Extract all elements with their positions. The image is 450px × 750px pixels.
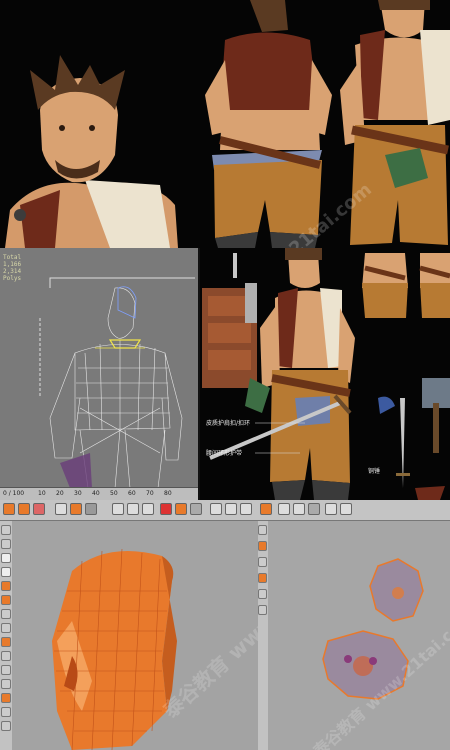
side-tool-icon[interactable] [258, 589, 267, 599]
side-tool-icon[interactable] [258, 605, 267, 615]
belt-prop [415, 486, 445, 500]
unfold-tool-icon[interactable] [142, 503, 154, 515]
callout-belt: 腰间环形护带 [206, 450, 243, 457]
side-tool-icon[interactable] [1, 665, 11, 675]
divider-tool-column [258, 521, 268, 750]
side-tool-icon[interactable] [1, 539, 11, 549]
timeline-tick: 40 [92, 490, 100, 497]
wireframe-model [39, 277, 195, 488]
timeline-tick: 50 [110, 490, 118, 497]
callout-hammer: 铜锤 [368, 468, 381, 475]
render-tool-icon[interactable] [278, 503, 290, 515]
left-tool-column [0, 521, 12, 750]
editor-toolbar [0, 500, 450, 521]
side-tool-icon[interactable] [1, 651, 11, 661]
3d-mesh-viewport[interactable]: 泰谷教育 www.21tai.com [12, 521, 368, 750]
pattern-tool-icon[interactable] [240, 503, 252, 515]
uv-layout-viewport[interactable]: 泰谷教育 www.21tai.com [268, 521, 450, 750]
checker-tool-icon[interactable] [210, 503, 222, 515]
side-tool-icon[interactable] [258, 541, 267, 551]
side-tool-icon[interactable] [1, 553, 11, 563]
hammer-prop [422, 378, 450, 453]
side-tool-icon[interactable] [1, 595, 11, 605]
scale-tool-icon[interactable] [55, 503, 67, 515]
side-tool-icon[interactable] [1, 637, 11, 647]
character-thumb-front [419, 253, 450, 318]
paint-tool-icon[interactable] [260, 503, 272, 515]
vertex-tool-icon[interactable] [70, 503, 82, 515]
concept-art-panel: www.21tai.com [0, 0, 450, 248]
edge-tool-icon[interactable] [85, 503, 97, 515]
mirror-tool-icon[interactable] [190, 503, 202, 515]
timeline-bar[interactable]: 0 / 100 10 20 30 40 50 60 70 80 [0, 487, 198, 500]
side-tool-icon[interactable] [258, 557, 267, 567]
uv-tool-icon[interactable] [127, 503, 139, 515]
timeline-tick: 80 [164, 490, 172, 497]
timeline-frame: 0 / 100 [3, 490, 25, 497]
portrait-bust [5, 55, 178, 248]
side-tool-icon[interactable] [1, 567, 11, 577]
camera-tool-icon[interactable] [293, 503, 305, 515]
small-dagger [233, 253, 237, 278]
side-tool-icon[interactable] [1, 693, 11, 703]
layers-tool-icon[interactable] [325, 503, 337, 515]
timeline-tick: 60 [128, 490, 136, 497]
side-tool-icon[interactable] [1, 679, 11, 689]
face-tool-icon[interactable] [112, 503, 124, 515]
side-tool-icon[interactable] [1, 609, 11, 619]
reference-sheet: 皮质护肩扣/扣环 腰间环形护带 铜锤 [200, 248, 450, 500]
side-tool-icon[interactable] [1, 581, 11, 591]
light-tool-icon[interactable] [308, 503, 320, 515]
side-tool-icon[interactable] [1, 623, 11, 633]
character-thumb-back [362, 253, 408, 318]
snap-tool-icon[interactable] [160, 503, 172, 515]
side-tool-icon[interactable] [1, 707, 11, 717]
3d-viewport-wireframe[interactable]: Total 1,166 2,314 Polys 0 / 100 10 20 30… [0, 248, 200, 500]
uv-islands [322, 558, 424, 700]
weld-tool-icon[interactable] [175, 503, 187, 515]
side-tool-icon[interactable] [258, 525, 267, 535]
grid-tool-icon[interactable] [225, 503, 237, 515]
reference-art [202, 248, 450, 500]
timeline-tick: 30 [74, 490, 82, 497]
side-tool-icon[interactable] [258, 573, 267, 583]
material-tool-icon[interactable] [340, 503, 352, 515]
wooden-cabinet [202, 283, 257, 388]
timeline-tick: 70 [146, 490, 154, 497]
uv-editor-window: 泰谷教育 www.21tai.com 泰谷教育 www.21tai.com [0, 500, 450, 750]
timeline-tick: 10 [38, 490, 46, 497]
side-tool-icon[interactable] [1, 721, 11, 731]
concept-art: www.21tai.com [5, 0, 450, 248]
face-mesh [52, 548, 177, 750]
timeline-tick: 20 [56, 490, 64, 497]
side-tool-icon[interactable] [1, 525, 11, 535]
select-tool-icon[interactable] [3, 503, 15, 515]
rotate-tool-icon[interactable] [33, 503, 45, 515]
callout-shoulder: 皮质护肩扣/扣环 [206, 420, 251, 427]
character-back-view [205, 0, 332, 248]
move-tool-icon[interactable] [18, 503, 30, 515]
